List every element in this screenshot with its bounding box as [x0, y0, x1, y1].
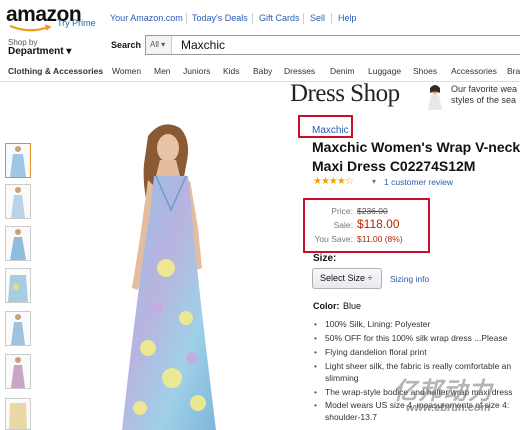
- amazon-smile-icon: [9, 24, 52, 32]
- thumbnail-2[interactable]: [5, 184, 31, 219]
- watermark-logo: 亿邦动力: [393, 378, 493, 405]
- nav-divider: [331, 13, 332, 24]
- feature-bullet-text: 50% OFF for this 100% silk wrap dress ..…: [325, 333, 508, 343]
- search-label: Search: [111, 40, 142, 50]
- search-query-text[interactable]: Maxchic: [181, 38, 225, 52]
- brand-link[interactable]: Maxchic: [312, 125, 349, 136]
- sale-price-value: $118.00: [357, 217, 400, 231]
- try-prime-link[interactable]: Try Prime: [57, 18, 96, 28]
- category-denim[interactable]: Denim: [330, 66, 355, 76]
- thumbnail-6[interactable]: [5, 354, 31, 389]
- feature-bullet: 50% OFF for this 100% silk wrap dress ..…: [314, 332, 520, 344]
- product-title: Maxchic Women's Wrap V-neck Maxi Dress C…: [312, 138, 520, 176]
- nav-divider: [303, 13, 304, 24]
- color-value: Blue: [343, 301, 362, 311]
- customer-review-link[interactable]: 1 customer review: [384, 177, 453, 187]
- watermark-url: www.ebrun.com: [406, 402, 491, 414]
- dress-thumbnail-icon: [8, 275, 28, 302]
- dress-thumbnail-icon: [11, 357, 25, 388]
- department-menu[interactable]: Department ▾: [8, 46, 71, 57]
- banner-tagline-line: Our favorite wea: [451, 84, 518, 94]
- color-label: Color:: [313, 301, 340, 311]
- main-product-image[interactable]: [100, 118, 250, 430]
- nav-divider: [252, 13, 253, 24]
- product-title-line: Maxi Dress C02274S12M: [312, 158, 476, 174]
- category-baby[interactable]: Baby: [253, 66, 272, 76]
- thumbnail-5[interactable]: [5, 311, 31, 346]
- category-juniors[interactable]: Juniors: [183, 66, 210, 76]
- product-title-line: Maxchic Women's Wrap V-neck: [312, 139, 520, 155]
- dress-thumbnail-icon: [9, 403, 27, 429]
- category-men[interactable]: Men: [154, 66, 171, 76]
- dress-thumbnail-icon: [10, 146, 26, 177]
- nav-your-amazon[interactable]: Your Amazon.com: [110, 13, 183, 23]
- feature-bullet-continuation: shoulder-13.7: [325, 412, 377, 422]
- list-price-label: Price:: [331, 206, 353, 216]
- feature-bullet-text: 100% Silk, Lining: Polyester: [325, 319, 431, 329]
- savings-value: $11.00 (8%): [357, 234, 403, 244]
- size-label: Size:: [313, 253, 337, 264]
- feature-bullet: Flying dandelion floral print: [314, 346, 520, 358]
- category-women[interactable]: Women: [112, 66, 141, 76]
- category-luggage[interactable]: Luggage: [368, 66, 401, 76]
- category-kids[interactable]: Kids: [223, 66, 240, 76]
- search-scope-dropdown[interactable]: All ▾: [146, 36, 172, 54]
- chevron-down-icon[interactable]: ▾: [372, 177, 376, 186]
- star-rating-icon[interactable]: ★★★★☆: [313, 176, 354, 187]
- feature-bullet: 100% Silk, Lining: Polyester: [314, 318, 520, 330]
- nav-todays-deals[interactable]: Today's Deals: [192, 13, 248, 23]
- nav-gift-cards[interactable]: Gift Cards: [259, 13, 300, 23]
- list-price-value: $236.00: [357, 206, 388, 216]
- category-accessories[interactable]: Accessories: [451, 66, 497, 76]
- nav-sell[interactable]: Sell: [310, 13, 325, 23]
- nav-help[interactable]: Help: [338, 13, 357, 23]
- nav-divider: [186, 13, 187, 24]
- sale-price-label: Sale:: [333, 220, 353, 230]
- banner-tagline-line: styles of the sea: [451, 95, 517, 105]
- category-bra[interactable]: Bra: [507, 66, 520, 76]
- savings-label: You Save:: [314, 234, 353, 244]
- dress-thumbnail-icon: [10, 229, 26, 260]
- sizing-info-link[interactable]: Sizing info: [390, 274, 429, 284]
- dress-shop-banner-title[interactable]: Dress Shop: [290, 80, 400, 108]
- size-select-dropdown[interactable]: Select Size ÷: [312, 268, 382, 289]
- thumbnail-7[interactable]: [5, 398, 31, 430]
- feature-bullet-continuation: slimming: [325, 373, 359, 383]
- dress-thumbnail-icon: [11, 187, 25, 218]
- thumbnail-1[interactable]: [5, 143, 31, 178]
- category-main[interactable]: Clothing & Accessories: [8, 66, 103, 76]
- thumbnail-4[interactable]: [5, 268, 31, 303]
- dress-thumbnail-icon: [11, 314, 25, 345]
- thumbnail-3[interactable]: [5, 226, 31, 261]
- banner-tagline: Our favorite wea styles of the sea: [451, 84, 520, 106]
- category-shoes[interactable]: Shoes: [413, 66, 437, 76]
- category-dresses[interactable]: Dresses: [284, 66, 315, 76]
- banner-model-image: [428, 85, 442, 110]
- feature-bullet-text: Flying dandelion floral print: [325, 347, 427, 357]
